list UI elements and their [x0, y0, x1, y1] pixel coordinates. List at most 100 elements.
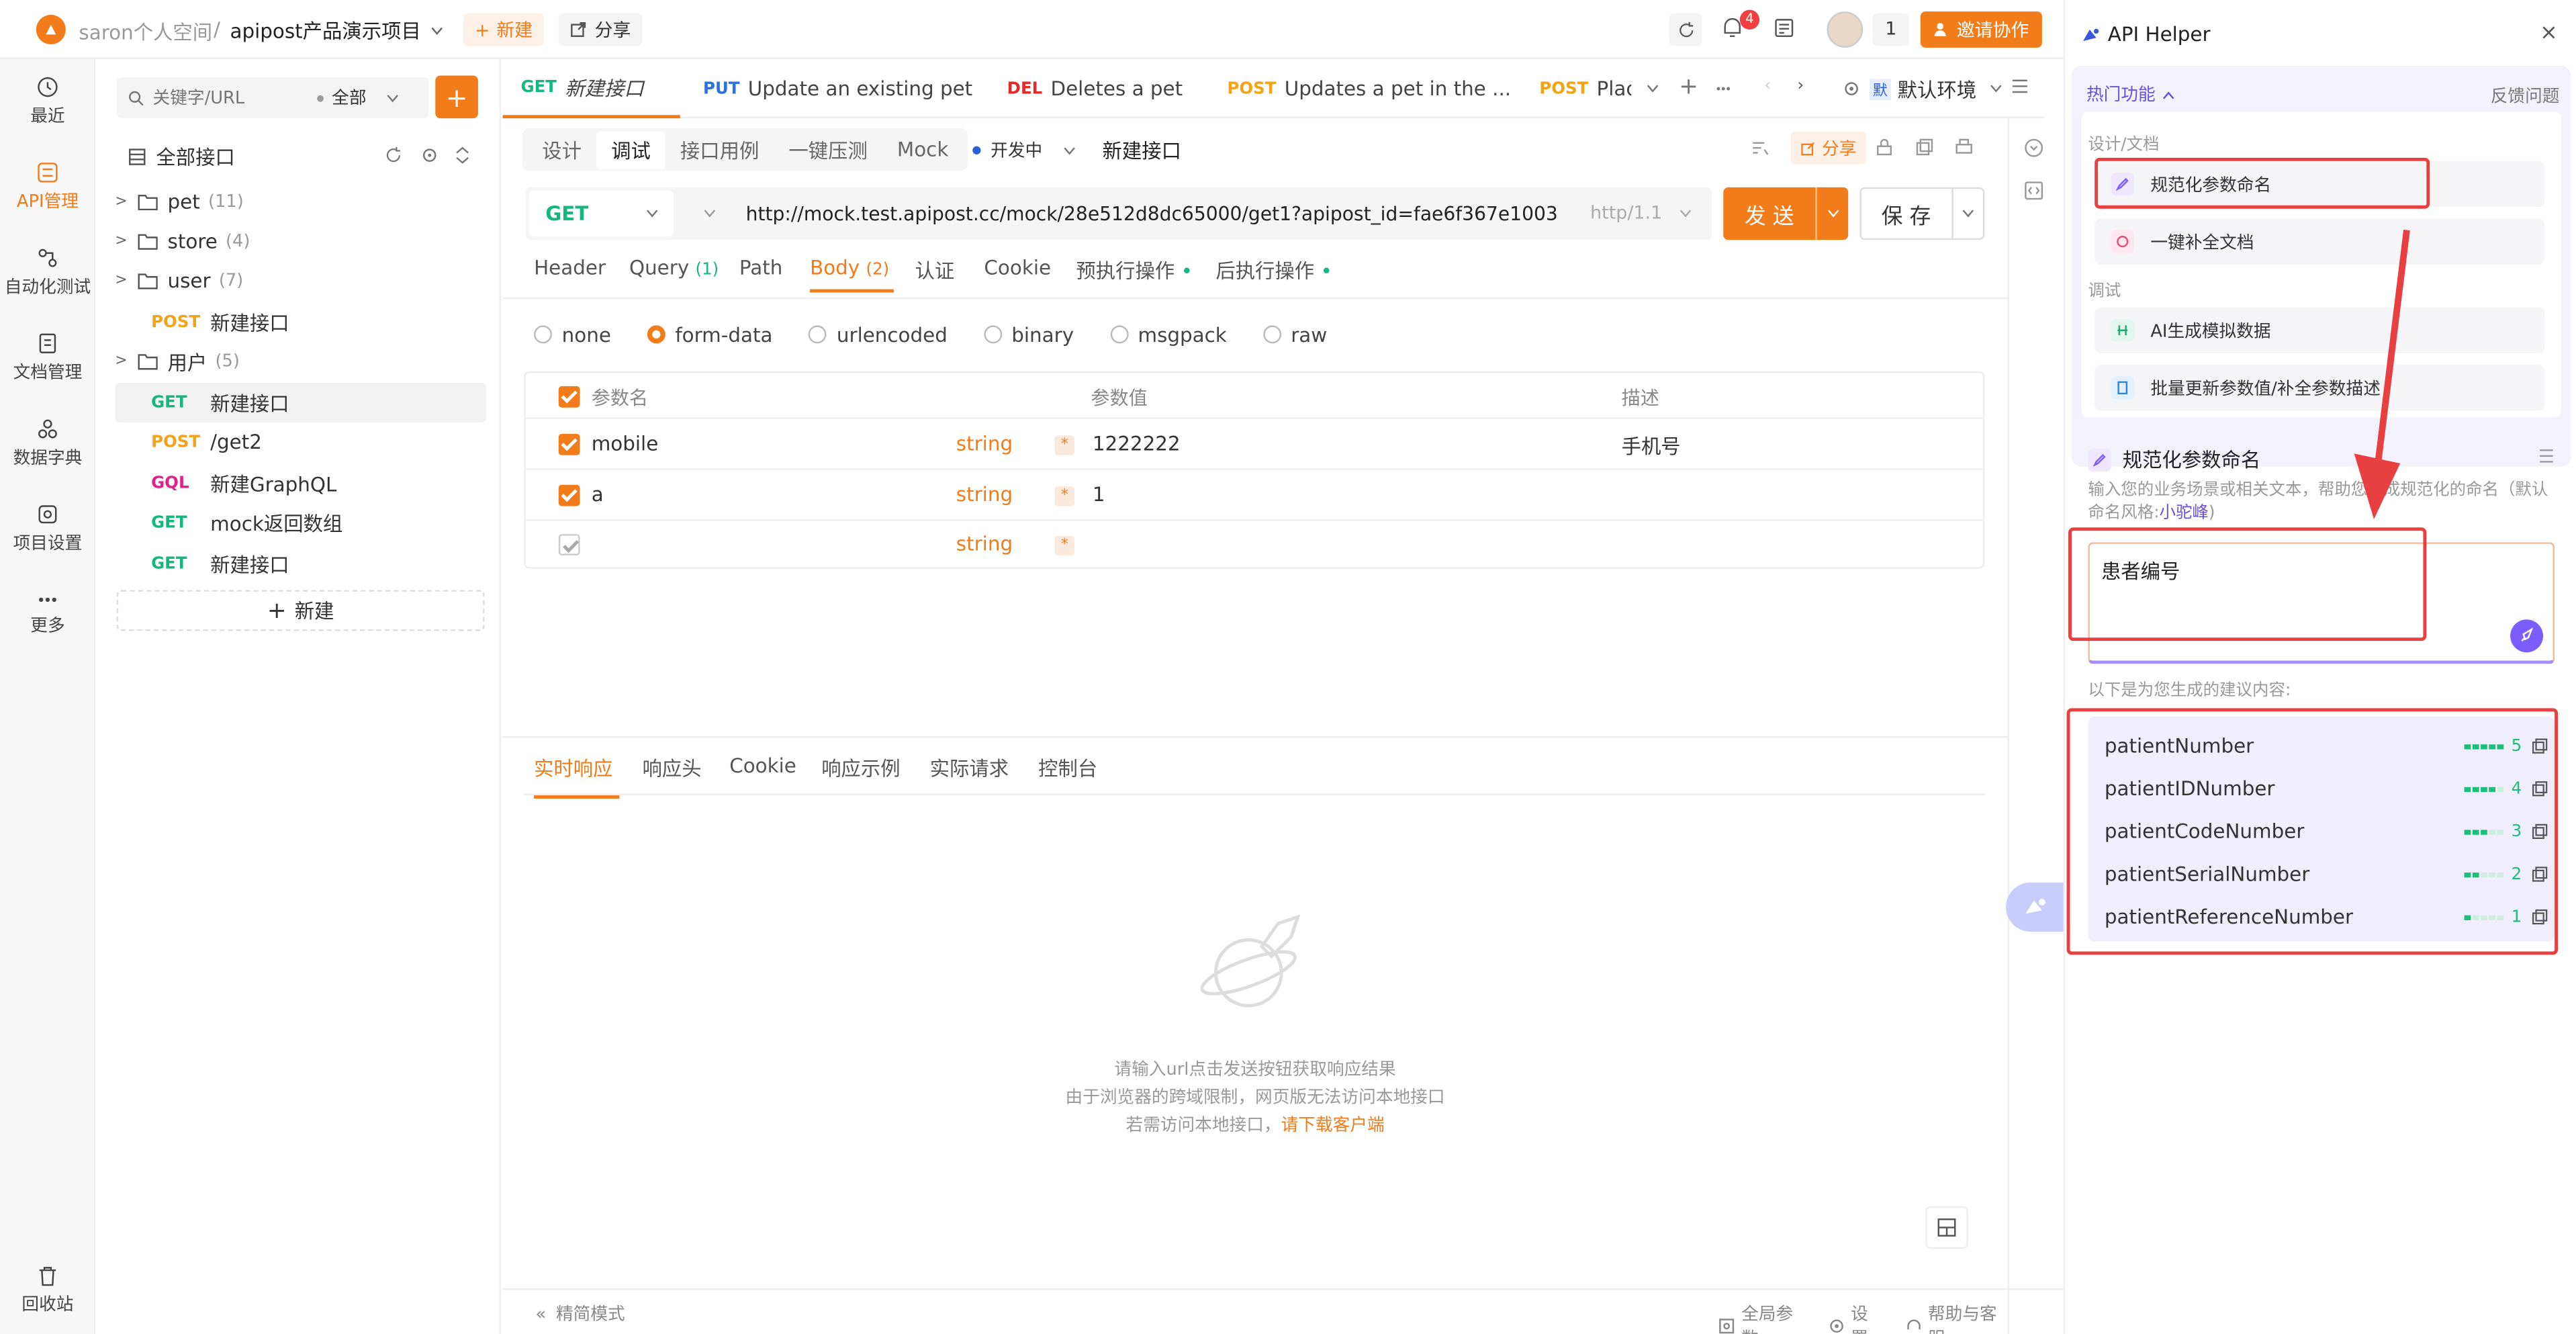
member-count[interactable]: 1 — [1872, 13, 1909, 46]
tree-item[interactable]: GET mock返回数组 — [115, 503, 486, 543]
nav-automation-test[interactable]: 自动化测试 — [0, 247, 95, 299]
nav-docs[interactable]: 文档管理 — [0, 332, 95, 384]
search-input[interactable] — [152, 87, 318, 108]
collapse-icon[interactable] — [455, 146, 470, 165]
tab-actual-request[interactable]: 实际请求 — [930, 754, 1009, 783]
select-all-checkbox[interactable] — [558, 386, 580, 408]
copy-icon[interactable] — [1916, 138, 1934, 156]
tree-folder-pet[interactable]: > pet (11) — [115, 183, 486, 222]
filter-select[interactable]: 全部 — [332, 85, 366, 110]
eye-icon[interactable] — [2024, 138, 2043, 157]
nav-api-management[interactable]: API管理 — [0, 161, 95, 214]
feature-mock-data[interactable]: AI生成模拟数据 — [2095, 307, 2545, 353]
tab-response-headers[interactable]: 响应头 — [643, 754, 702, 783]
code-icon[interactable] — [2024, 181, 2043, 200]
row-checkbox[interactable] — [558, 433, 580, 455]
tab-response-cookie[interactable]: Cookie — [729, 754, 796, 777]
required-star-icon[interactable]: * — [1054, 535, 1074, 555]
menu-icon[interactable] — [2011, 79, 2029, 93]
tree-root[interactable]: 全部接口 — [128, 143, 235, 171]
ai-helper-toggle-icon[interactable] — [2006, 882, 2066, 932]
param-name[interactable]: a — [592, 483, 604, 506]
required-star-icon[interactable]: * — [1054, 435, 1074, 455]
add-api-button[interactable]: + — [435, 75, 478, 119]
avatar[interactable] — [1827, 11, 1864, 48]
radio-raw[interactable]: raw — [1262, 324, 1327, 347]
tab-put-pet[interactable]: PUT Update an existing pet — [703, 59, 972, 118]
locate-icon[interactable] — [420, 146, 439, 165]
add-tab-icon[interactable]: + — [1679, 74, 1698, 100]
tab-auth[interactable]: 认证 — [915, 257, 955, 285]
param-type[interactable]: string — [956, 483, 1013, 506]
tree-item[interactable]: GQL 新建GraphQL — [115, 463, 486, 503]
tab-header[interactable]: Header — [534, 257, 606, 279]
nav-data-dictionary[interactable]: 数据字典 — [0, 417, 95, 470]
radio-urlencoded[interactable]: urlencoded — [809, 324, 948, 347]
radio-binary[interactable]: binary — [983, 324, 1074, 347]
tree-folder-user[interactable]: > user (7) — [115, 261, 486, 301]
lock-icon[interactable] — [1876, 138, 1892, 156]
tab-cookie[interactable]: Cookie — [984, 257, 1051, 279]
status-select[interactable]: 开发中 — [972, 138, 1075, 163]
tree-item[interactable]: GET 新建接口 — [115, 544, 486, 584]
save-button[interactable]: 保 存 — [1859, 187, 1985, 240]
format-icon[interactable] — [1751, 140, 1769, 156]
tab-update-pet[interactable]: POST Updates a pet in the ... — [1227, 59, 1511, 118]
project-selector[interactable]: apipost产品演示项目 — [230, 16, 444, 44]
param-type[interactable]: string — [956, 432, 1013, 455]
message-icon[interactable] — [1774, 18, 1794, 38]
print-icon[interactable] — [1955, 138, 1973, 156]
help-button[interactable]: 帮助与客服 — [1905, 1302, 2008, 1334]
nav-more[interactable]: 更多 — [0, 592, 95, 637]
env-selector[interactable]: 默 默认环境 — [1833, 71, 2013, 107]
workspace-link[interactable]: saron个人空间 — [79, 18, 212, 46]
tab-design[interactable]: 设计 — [527, 130, 596, 168]
more-icon[interactable] — [1715, 85, 1731, 92]
param-desc[interactable]: 手机号 — [1622, 432, 1681, 460]
api-share-button[interactable]: 分享 — [1790, 131, 1867, 165]
protocol-select[interactable]: http/1.1 — [1590, 202, 1662, 224]
param-name[interactable]: mobile — [592, 432, 659, 455]
url-input[interactable]: http://mock.test.apipost.cc/mock/28e512d… — [746, 202, 1558, 225]
feature-batch-update[interactable]: 批量更新参数值/补全参数描述 — [2095, 365, 2545, 411]
feature-complete-docs[interactable]: 一键补全文档 — [2095, 218, 2545, 265]
tab-delete-pet[interactable]: DEL Deletes a pet — [1007, 59, 1183, 118]
radio-form-data[interactable]: form-data — [647, 324, 772, 347]
radio-msgpack[interactable]: msgpack — [1109, 324, 1227, 347]
tab-debug[interactable]: 调试 — [596, 130, 665, 169]
scroll-right-icon[interactable]: › — [1797, 77, 1804, 95]
tab-stress-test[interactable]: 一键压测 — [774, 130, 882, 168]
close-icon[interactable]: × — [2540, 21, 2558, 46]
refresh-icon[interactable] — [1669, 13, 1702, 46]
param-value[interactable]: 1 — [1093, 483, 1105, 506]
tab-post-script[interactable]: 后执行操作 • — [1215, 257, 1332, 285]
hot-features-toggle[interactable]: 热门功能 — [2086, 82, 2175, 107]
generate-rocket-icon[interactable] — [2510, 619, 2544, 653]
param-type[interactable]: string — [956, 533, 1013, 555]
layout-toggle-icon[interactable] — [1925, 1206, 1968, 1249]
feedback-link[interactable]: 反馈问题 — [2491, 84, 2560, 109]
chevron-down-icon[interactable] — [703, 209, 717, 219]
tab-console[interactable]: 控制台 — [1038, 754, 1097, 783]
tab-pre-script[interactable]: 预执行操作 • — [1076, 257, 1193, 285]
settings-button[interactable]: 设置 — [1828, 1302, 1882, 1334]
tab-body[interactable]: Body (2) — [810, 257, 894, 293]
tree-folder-users[interactable]: > 用户 (5) — [115, 342, 486, 382]
scroll-left-icon[interactable]: ‹ — [1764, 77, 1771, 95]
nav-trash[interactable]: 回收站 — [0, 1265, 95, 1317]
simple-mode-button[interactable]: «精简模式 — [536, 1302, 625, 1327]
row-checkbox[interactable] — [558, 534, 580, 555]
tab-mock[interactable]: Mock — [882, 133, 963, 166]
send-button[interactable]: 发 送 — [1723, 187, 1849, 240]
method-select[interactable]: GET — [528, 190, 674, 237]
download-client-link[interactable]: 请下载客户端 — [1281, 1116, 1385, 1135]
tree-folder-store[interactable]: > store (4) — [115, 222, 486, 261]
tab-new-api[interactable]: GET 新建接口 — [502, 59, 680, 119]
tree-new-button[interactable]: + 新建 — [116, 590, 485, 631]
tab-path[interactable]: Path — [739, 257, 783, 279]
nav-project-settings[interactable]: 项目设置 — [0, 503, 95, 555]
tree-item[interactable]: POST/get2 — [115, 423, 486, 462]
row-checkbox[interactable] — [558, 484, 580, 506]
invite-button[interactable]: 邀请协作 — [1920, 11, 2042, 48]
nav-recent[interactable]: 最近 — [0, 76, 95, 128]
